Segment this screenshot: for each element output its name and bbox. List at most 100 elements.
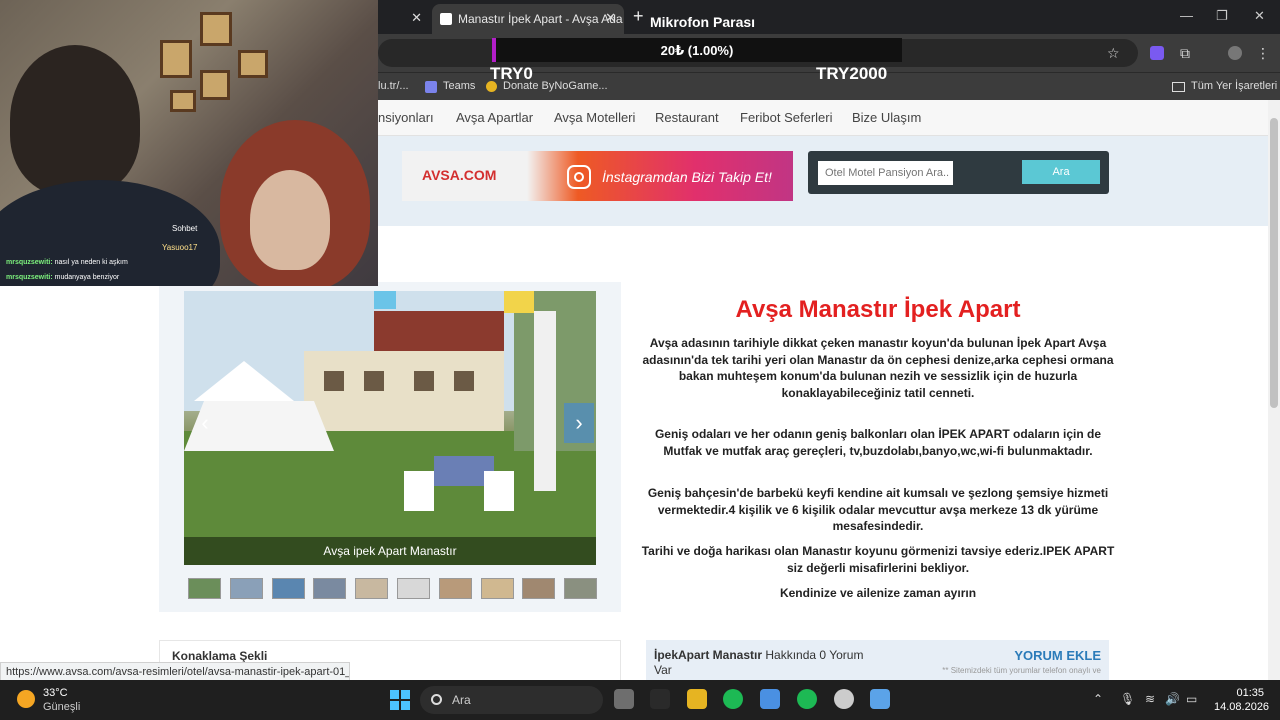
wall-frame: [200, 70, 230, 100]
site-logo: AVSA.COM: [422, 167, 497, 183]
person-face: [250, 170, 330, 270]
search-icon: [431, 694, 442, 705]
gallery-thumbnail[interactable]: [564, 578, 598, 599]
person-body: [0, 180, 220, 286]
donation-title: Mikrofon Parası: [650, 14, 756, 30]
hotel-search-box: Ara: [808, 151, 1109, 194]
gallery-slide[interactable]: ‹ › Avşa ipek Apart Manastır: [184, 291, 596, 565]
scrollbar-thumb[interactable]: [1270, 118, 1278, 408]
webcam-overlay: Sohbet Yasuoo17 mrsquzsewiti: nasıl ya n…: [0, 0, 378, 286]
wifi-icon[interactable]: ≋: [1145, 692, 1155, 706]
slide-prev-arrow[interactable]: ‹: [190, 403, 220, 443]
close-window-button[interactable]: ✕: [1254, 8, 1265, 24]
instagram-banner[interactable]: AVSA.COM İnstagramdan Bizi Takip Et!: [402, 151, 793, 201]
nav-item-moteller[interactable]: Avşa Motelleri: [554, 110, 635, 125]
favicon-icon: [440, 13, 452, 25]
bookmark-star-icon[interactable]: ☆: [1107, 45, 1120, 62]
chat-message-user: mrsquzsewiti:: [6, 259, 53, 266]
gallery-thumbnail[interactable]: [355, 578, 389, 599]
wall-frame: [200, 12, 232, 46]
weather-temperature[interactable]: 33°C: [43, 687, 68, 699]
clock-time: 01:35: [1236, 687, 1264, 699]
obs-icon[interactable]: [834, 689, 854, 709]
gallery-thumbnail[interactable]: [438, 578, 472, 599]
banner-text: İnstagramdan Bizi Takip Et!: [602, 169, 772, 185]
slide-next-arrow[interactable]: ›: [564, 403, 594, 443]
description-paragraph: Geniş bahçesin'de barbekü keyfi kendine …: [647, 486, 1109, 534]
chat-username: Yasuoo17: [162, 243, 198, 252]
gallery-thumbnail[interactable]: [188, 578, 221, 599]
nav-item-iletisim[interactable]: Bize Ulaşım: [852, 110, 921, 125]
description-paragraph: Tarihi ve doğa harikası olan Manastır ko…: [641, 544, 1115, 575]
sun-icon[interactable]: [17, 690, 35, 708]
gallery-thumbnail[interactable]: [271, 578, 305, 599]
gallery-thumbnail[interactable]: [522, 578, 556, 599]
nav-item-apartlar[interactable]: Avşa Apartlar: [456, 110, 533, 125]
slide-caption: Avşa ipek Apart Manastır: [184, 537, 596, 565]
file-explorer-icon[interactable]: [687, 689, 707, 709]
person-head: [10, 45, 140, 195]
profile-avatar[interactable]: [1228, 46, 1242, 60]
close-tab-icon[interactable]: ✕: [411, 10, 422, 26]
start-button[interactable]: [390, 690, 410, 710]
donation-progress-text: 20₺ (1.00%): [660, 43, 734, 58]
clock-date: 14.08.2026: [1214, 701, 1270, 713]
page-scrollbar[interactable]: [1268, 100, 1280, 680]
spotify-icon[interactable]: [723, 689, 743, 709]
taskbar-search-label: Ara: [452, 693, 471, 707]
all-bookmarks-item[interactable]: Tüm Yer İşaretleri: [1191, 80, 1277, 92]
battery-icon[interactable]: ▭: [1186, 692, 1197, 706]
taskbar-search[interactable]: Ara: [420, 686, 603, 714]
bookmark-item[interactable]: lu.tr/...: [378, 80, 409, 92]
extensions-icon[interactable]: ⧉: [1180, 45, 1190, 62]
wall-frame: [160, 40, 192, 78]
wall-frame: [170, 90, 196, 112]
volume-icon[interactable]: 🔊: [1165, 692, 1180, 706]
task-view-icon[interactable]: [614, 689, 634, 709]
description-paragraph: Avşa adasının tarihiyle dikkat çeken man…: [642, 336, 1114, 401]
app-icon[interactable]: [870, 689, 890, 709]
nav-item-restaurant[interactable]: Restaurant: [655, 110, 719, 125]
status-url: https://www.avsa.com/avsa-resimleri/otel…: [0, 662, 350, 682]
hotel-title: Avşa Manastır İpek Apart: [735, 296, 1021, 323]
chat-message-text: nasıl ya neden ki aşkım: [54, 259, 128, 266]
twitch-extension-icon[interactable]: [1150, 46, 1164, 60]
nav-item-feribot[interactable]: Feribot Seferleri: [740, 110, 832, 125]
menu-dots-icon[interactable]: ⋮: [1256, 45, 1270, 62]
chrome-icon[interactable]: [760, 689, 780, 709]
search-button[interactable]: Ara: [1022, 160, 1100, 184]
gallery-thumbnail[interactable]: [397, 578, 430, 599]
donation-min-label: TRY0: [490, 64, 533, 83]
chat-message: mrsquzsewiti: nasıl ya neden ki aşkım: [6, 259, 128, 266]
donation-goal-overlay: Mikrofon Parası 20₺ (1.00%) TRY0 TRY2000: [490, 6, 910, 83]
gallery-thumbnail[interactable]: [480, 578, 514, 599]
review-note: ** Sitemizdeki tüm yorumlar telefon onay…: [942, 666, 1101, 675]
wall-frame: [238, 50, 268, 78]
system-clock[interactable]: 01:35 14.08.2026: [1214, 686, 1270, 714]
reviews-box: İpekApart Manastır Hakkında 0 Yorum Var …: [646, 640, 1109, 684]
minimize-button[interactable]: —: [1180, 8, 1193, 23]
teams-icon: [425, 81, 437, 93]
gallery-thumbnail[interactable]: [313, 578, 347, 599]
chevron-up-icon[interactable]: ⌃: [1093, 692, 1103, 706]
review-heading: İpekApart Manastır Hakkında 0 Yorum Var: [654, 648, 874, 678]
description-paragraph: Geniş odaları ve her odanın geniş balkon…: [654, 427, 1102, 458]
site-nav: nsiyonları Avşa Apartlar Avşa Motelleri …: [378, 100, 1268, 136]
donation-progress-bar: 20₺ (1.00%): [492, 38, 902, 62]
maximize-button[interactable]: ❐: [1216, 8, 1228, 24]
gallery-thumbnail[interactable]: [229, 578, 263, 599]
description-paragraph: Kendinize ve ailenize zaman ayırın: [779, 586, 977, 600]
gallery-thumbnails: [188, 578, 598, 600]
chat-message-text: mudanyaya benziyor: [54, 274, 120, 281]
donation-max-label: TRY2000: [816, 64, 888, 83]
hotel-search-input[interactable]: [818, 161, 953, 185]
spotify-icon[interactable]: [797, 689, 817, 709]
weather-description[interactable]: Güneşli: [43, 701, 80, 713]
bookmark-item-teams[interactable]: Teams: [443, 80, 475, 92]
review-hotel-name: İpekApart Manastır: [654, 648, 763, 662]
store-icon[interactable]: [650, 689, 670, 709]
microphone-icon[interactable]: 🎙: [1120, 692, 1135, 706]
instagram-icon: [567, 165, 591, 189]
nav-item-pansiyonlar[interactable]: nsiyonları: [378, 110, 434, 125]
add-review-button[interactable]: YORUM EKLE: [1014, 648, 1101, 663]
